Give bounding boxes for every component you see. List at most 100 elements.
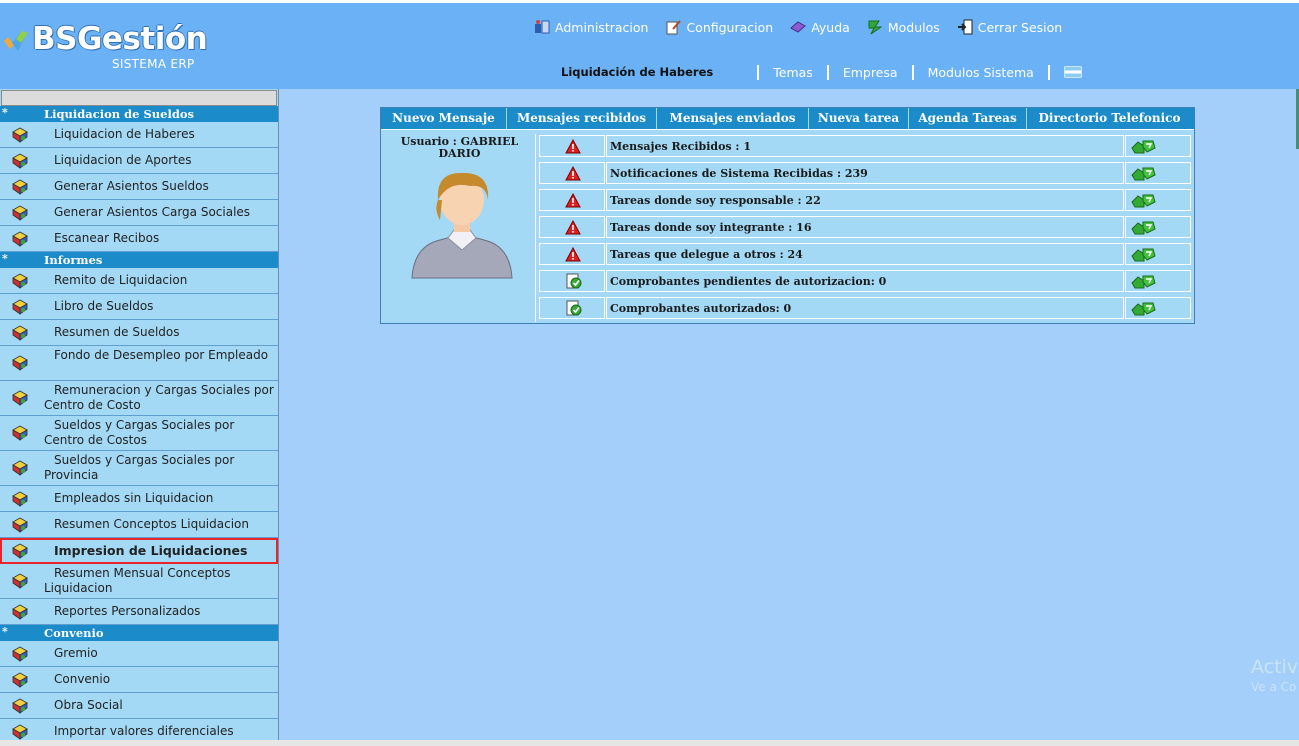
sidebar-item[interactable]: Remito de Liquidacion bbox=[0, 268, 278, 294]
sidebar-item[interactable]: Reportes Personalizados bbox=[0, 599, 278, 625]
open-details-icon[interactable] bbox=[1131, 192, 1157, 209]
notification-text-cell: Tareas donde soy integrante : 16 bbox=[606, 216, 1124, 238]
tab-nuevo-mensaje[interactable]: Nuevo Mensaje bbox=[381, 108, 507, 129]
tab-directorio-telefonico[interactable]: Directorio Telefonico bbox=[1027, 108, 1192, 129]
report-module-icon bbox=[11, 230, 29, 248]
status-cell bbox=[539, 189, 605, 211]
nav-modulos[interactable]: Modulos bbox=[867, 17, 940, 37]
report-module-icon bbox=[11, 723, 29, 741]
link-modulos-sistema[interactable]: Modulos Sistema bbox=[928, 65, 1034, 80]
warning-icon bbox=[565, 165, 581, 181]
open-details-icon[interactable] bbox=[1131, 300, 1157, 317]
action-cell bbox=[1125, 270, 1191, 292]
report-module-icon bbox=[11, 389, 29, 407]
sidebar-item-label: Gremio bbox=[54, 646, 98, 660]
sidebar-item-label: Escanear Recibos bbox=[54, 231, 160, 245]
sidebar-item[interactable]: Liquidacion de Haberes bbox=[0, 122, 278, 148]
warning-icon bbox=[565, 246, 581, 262]
nav-cerrar-sesion[interactable]: Cerrar Sesion bbox=[957, 17, 1062, 37]
notification-text-cell: Tareas donde soy responsable : 22 bbox=[606, 189, 1124, 211]
warning-icon bbox=[565, 219, 581, 235]
sidebar-item[interactable]: Convenio bbox=[0, 667, 278, 693]
sidebar-item-label: Sueldos y Cargas Sociales por Centro de … bbox=[44, 418, 235, 447]
open-details-icon[interactable] bbox=[1131, 246, 1157, 263]
link-empresa[interactable]: Empresa bbox=[843, 65, 898, 80]
sidebar-item[interactable]: Resumen Conceptos Liquidacion bbox=[0, 512, 278, 538]
sidebar-section-title: Convenio bbox=[44, 626, 104, 640]
current-module-label: Liquidación de Haberes bbox=[561, 65, 714, 79]
sidebar-item-label: Liquidacion de Aportes bbox=[54, 153, 192, 167]
notification-list: Mensajes Recibidos : 1 Notificaciones de … bbox=[539, 135, 1191, 324]
notification-row: Tareas donde soy responsable : 22 bbox=[539, 189, 1191, 213]
notification-text: Notificaciones de Sistema Recibidas : 23… bbox=[610, 167, 868, 180]
app-logo[interactable]: BSGestión SISTEMA ERP bbox=[2, 19, 212, 75]
notification-text: Mensajes Recibidos : 1 bbox=[610, 140, 751, 153]
status-cell bbox=[539, 297, 605, 319]
report-module-icon bbox=[11, 126, 29, 144]
sidebar-section-header[interactable]: * Liquidacion de Sueldos bbox=[0, 106, 278, 122]
notification-text-cell: Tareas que delegue a otros : 24 bbox=[606, 243, 1124, 265]
sidebar-section-header[interactable]: * Convenio bbox=[0, 625, 278, 641]
sidebar-item[interactable]: Remuneracion y Cargas Sociales por Centr… bbox=[0, 381, 278, 416]
logo-mark-icon bbox=[4, 31, 28, 51]
open-details-icon[interactable] bbox=[1131, 138, 1157, 155]
watermark-line2: Ve a Co bbox=[1251, 680, 1297, 694]
sidebar-item-label: Empleados sin Liquidacion bbox=[54, 491, 214, 505]
sidebar-item[interactable]: Resumen de Sueldos bbox=[0, 320, 278, 346]
notification-text: Tareas donde soy integrante : 16 bbox=[610, 221, 812, 234]
tab-nueva-tarea[interactable]: Nueva tarea bbox=[809, 108, 909, 129]
nav-ayuda[interactable]: Ayuda bbox=[790, 17, 850, 37]
report-module-icon bbox=[11, 272, 29, 290]
tab-mensajes-recibidos[interactable]: Mensajes recibidos bbox=[507, 108, 657, 129]
sub-navigation: Liquidación de Haberes Temas Empresa Mod… bbox=[561, 63, 1082, 81]
sidebar-item-label: Impresion de Liquidaciones bbox=[54, 543, 248, 558]
notification-text: Comprobantes autorizados: 0 bbox=[610, 302, 792, 315]
sidebar-item[interactable]: Generar Asientos Carga Sociales bbox=[0, 200, 278, 226]
sidebar-item-label: Reportes Personalizados bbox=[54, 604, 201, 618]
report-module-icon bbox=[11, 298, 29, 316]
nav-configuracion[interactable]: Configuracion bbox=[665, 17, 773, 37]
tab-mensajes-enviados[interactable]: Mensajes enviados bbox=[657, 108, 809, 129]
warning-icon bbox=[565, 192, 581, 208]
notification-text-cell: Comprobantes autorizados: 0 bbox=[606, 297, 1124, 319]
sidebar-search-bar[interactable] bbox=[1, 90, 277, 106]
sidebar-item[interactable]: Generar Asientos Sueldos bbox=[0, 174, 278, 200]
notification-text-cell: Notificaciones de Sistema Recibidas : 23… bbox=[606, 162, 1124, 184]
sidebar-item[interactable]: Libro de Sueldos bbox=[0, 294, 278, 320]
section-star-icon: * bbox=[2, 625, 8, 638]
open-details-icon[interactable] bbox=[1131, 273, 1157, 290]
open-details-icon[interactable] bbox=[1131, 219, 1157, 236]
sidebar-item-label: Convenio bbox=[54, 672, 111, 686]
sidebar-item[interactable]: Gremio bbox=[0, 641, 278, 667]
sidebar-item[interactable]: Fondo de Desempleo por Empleado bbox=[0, 346, 278, 381]
logo-title: BSGestión bbox=[32, 21, 208, 57]
sidebar-item-label: Sueldos y Cargas Sociales por Provincia bbox=[44, 453, 235, 482]
modules-icon bbox=[867, 19, 883, 35]
notification-text-cell: Comprobantes pendientes de autorizacion:… bbox=[606, 270, 1124, 292]
report-module-icon bbox=[11, 697, 29, 715]
sidebar-item-label: Importar valores diferenciales bbox=[54, 724, 234, 738]
user-name: Usuario : GABRIEL DARIO bbox=[400, 135, 519, 160]
open-details-icon[interactable] bbox=[1131, 165, 1157, 182]
status-cell bbox=[539, 162, 605, 184]
report-module-icon bbox=[11, 324, 29, 342]
language-flag-icon[interactable] bbox=[1063, 66, 1082, 78]
user-avatar-icon bbox=[411, 172, 513, 279]
report-module-icon bbox=[11, 603, 29, 621]
sidebar-item[interactable]: Resumen Mensual Conceptos Liquidacion bbox=[0, 564, 278, 599]
sidebar-item[interactable]: Liquidacion de Aportes bbox=[0, 148, 278, 174]
sidebar-item[interactable]: Empleados sin Liquidacion bbox=[0, 486, 278, 512]
sidebar-list: * Liquidacion de Sueldos Liquidacion de Ha… bbox=[0, 106, 278, 745]
tab-agenda-tareas[interactable]: Agenda Tareas bbox=[909, 108, 1027, 129]
panel-tabs: Nuevo Mensaje Mensajes recibidos Mensaje… bbox=[381, 108, 1194, 130]
sidebar-item[interactable]: Sueldos y Cargas Sociales por Provincia bbox=[0, 451, 278, 486]
approved-check-icon bbox=[565, 272, 583, 290]
approved-check-icon bbox=[565, 299, 583, 317]
link-temas[interactable]: Temas bbox=[773, 65, 813, 80]
sidebar-section-header[interactable]: * Informes bbox=[0, 252, 278, 268]
nav-administracion[interactable]: Administracion bbox=[534, 17, 648, 37]
sidebar-item[interactable]: Obra Social bbox=[0, 693, 278, 719]
sidebar-item[interactable]: Sueldos y Cargas Sociales por Centro de … bbox=[0, 416, 278, 451]
sidebar-item[interactable]: Impresion de Liquidaciones bbox=[0, 538, 278, 564]
sidebar-item[interactable]: Escanear Recibos bbox=[0, 226, 278, 252]
